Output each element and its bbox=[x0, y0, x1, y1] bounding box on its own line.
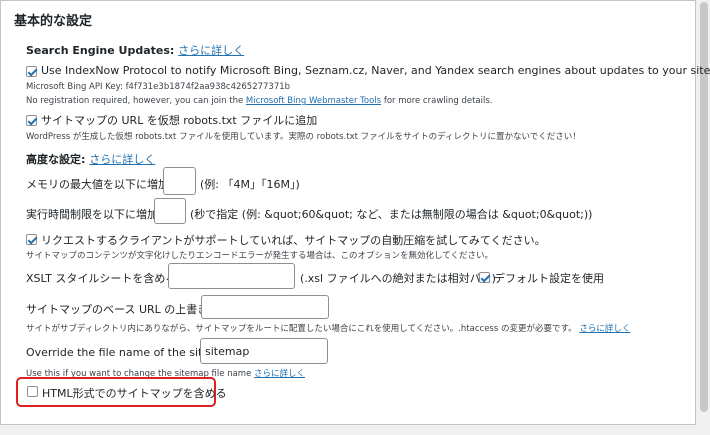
default-xslt-label: デフォルト設定を使用 bbox=[494, 272, 604, 285]
no-registration-suffix: for more crawling details. bbox=[381, 96, 493, 106]
search-engine-more-link[interactable]: さらに詳しく bbox=[178, 44, 244, 57]
search-engine-updates-text: Search Engine Updates: bbox=[26, 44, 175, 57]
indexnow-checkbox[interactable] bbox=[26, 66, 38, 77]
default-xslt-checkbox[interactable] bbox=[479, 272, 491, 283]
robots-description: WordPress が生成した仮想 robots.txt ファイルを使用していま… bbox=[26, 132, 581, 142]
compress-description: サイトマップのコンテンツが文字化けしたりエンコードエラーが発生する場合は、このオ… bbox=[26, 251, 493, 261]
advanced-settings-text: 高度な設定: bbox=[26, 153, 86, 166]
advanced-settings-label: 高度な設定: さらに詳しく bbox=[26, 151, 155, 167]
html-sitemap-label: HTML形式でのサイトマップを含める bbox=[42, 387, 227, 400]
memory-hint: (例: 「4M」「16M」) bbox=[200, 178, 300, 191]
robots-checkbox[interactable] bbox=[26, 115, 38, 126]
checkmark-icon bbox=[480, 272, 491, 283]
time-limit-label: 実行時間制限を以下に増加: bbox=[26, 208, 162, 221]
advanced-more-link[interactable]: さらに詳しく bbox=[89, 153, 155, 166]
no-registration-prefix: No registration required, however, you c… bbox=[26, 96, 246, 106]
checkmark-icon bbox=[27, 115, 38, 126]
checkmark-icon bbox=[27, 66, 38, 77]
filename-input[interactable] bbox=[200, 338, 328, 364]
memory-label: メモリの最大値を以下に増加: bbox=[26, 178, 173, 191]
base-url-desc-text: サイトがサブディレクトリ内にありながら、サイトマップをルートに配置したい場合にこ… bbox=[26, 324, 577, 334]
xslt-label: XSLT スタイルシートを含める: bbox=[26, 272, 181, 285]
filename-more-link[interactable]: さらに詳しく bbox=[254, 369, 305, 379]
base-url-input[interactable] bbox=[201, 295, 329, 319]
time-limit-hint: (秒で指定 (例: &quot;60&quot; など、または無制限の場合は &… bbox=[190, 208, 593, 221]
compress-checkbox[interactable] bbox=[26, 234, 38, 245]
xslt-input[interactable] bbox=[168, 263, 295, 289]
search-engine-updates-label: Search Engine Updates: さらに詳しく bbox=[26, 42, 244, 58]
time-limit-input[interactable] bbox=[154, 198, 186, 224]
memory-input[interactable] bbox=[163, 167, 196, 195]
xslt-hint: (.xsl ファイルへの絶対または相対パス) bbox=[300, 272, 496, 285]
section-heading: 基本的な設定 bbox=[14, 14, 93, 29]
no-registration-note: No registration required, however, you c… bbox=[26, 96, 493, 106]
base-url-description: サイトがサブディレクトリ内にありながら、サイトマップをルートに配置したい場合にこ… bbox=[26, 322, 630, 334]
robots-label: サイトマップの URL を仮想 robots.txt ファイルに追加 bbox=[41, 114, 318, 127]
bing-api-key: Microsoft Bing API Key: f4f731e3b1874f2a… bbox=[26, 82, 291, 92]
base-url-more-link[interactable]: さらに詳しく bbox=[579, 324, 630, 334]
bing-webmaster-tools-link[interactable]: Microsoft Bing Webmaster Tools bbox=[246, 96, 381, 106]
indexnow-label: Use IndexNow Protocol to notify Microsof… bbox=[41, 64, 710, 77]
base-url-label: サイトマップのベース URL の上書き : bbox=[26, 303, 216, 316]
compress-label: リクエストするクライアントがサポートしていれば、サイトマップの自動圧縮を試してみ… bbox=[41, 234, 546, 247]
checkmark-icon bbox=[27, 234, 38, 245]
html-sitemap-checkbox[interactable] bbox=[27, 386, 38, 397]
